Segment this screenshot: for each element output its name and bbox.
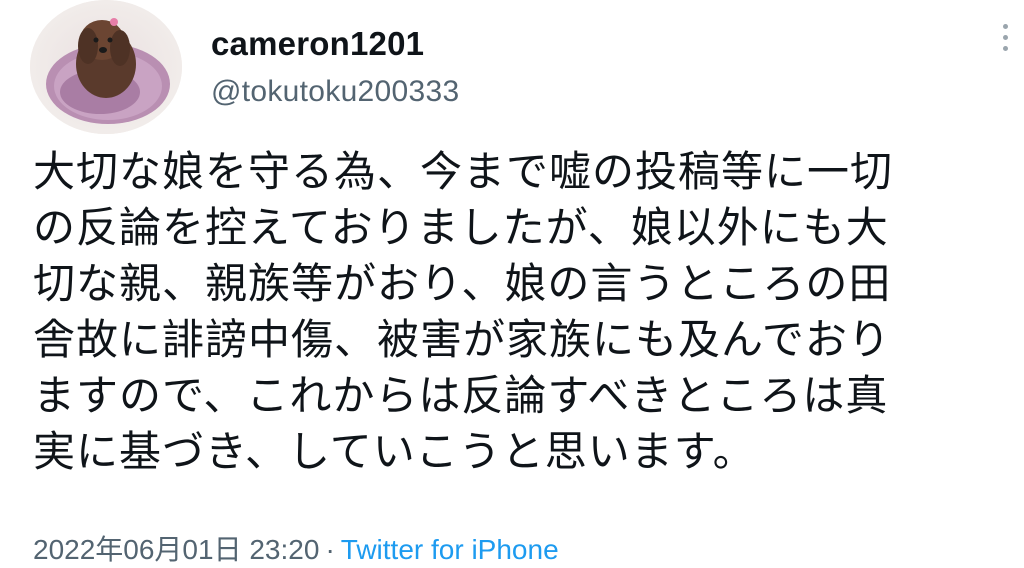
tweet-line: 切な親、親族等がおり、娘の言うところの田 <box>33 259 892 308</box>
tweet-meta: 2022年06月01日 23:20 · Twitter for iPhone <box>33 532 559 568</box>
avatar[interactable] <box>30 0 182 134</box>
tweet-line: 大切な娘を守る為、今まで嘘の投稿等に一切 <box>33 147 894 196</box>
tweet-line: の反論を控えておりましたが、娘以外にも大 <box>33 203 889 252</box>
more-options-button[interactable] <box>992 14 1018 60</box>
tweet-line: 舎故に誹謗中傷、被害が家族にも及んでおり <box>33 315 891 364</box>
tweet-timestamp[interactable]: 2022年06月01日 23:20 <box>33 534 319 565</box>
more-options-dot <box>1002 34 1008 40</box>
tweet-card: cameron1201 @tokutoku200333 大切な娘を守る為、今まで… <box>0 0 1024 568</box>
tweet-line: ますので、これからは反論すべきところは真 <box>33 371 889 420</box>
tweet-line: 実に基づき、していこうと思います。 <box>33 427 756 476</box>
avatar-dog-image <box>30 0 182 134</box>
tweet-source-link[interactable]: Twitter for iPhone <box>341 534 559 565</box>
tweet-text: 大切な娘を守る為、今まで嘘の投稿等に一切 の反論を控えておりましたが、娘以外にも… <box>33 144 1003 480</box>
meta-separator: · <box>325 534 335 565</box>
user-handle[interactable]: @tokutoku200333 <box>211 73 459 111</box>
more-options-dot <box>1002 45 1008 51</box>
display-name[interactable]: cameron1201 <box>211 24 424 64</box>
more-options-vertical-icon <box>1002 23 1008 29</box>
